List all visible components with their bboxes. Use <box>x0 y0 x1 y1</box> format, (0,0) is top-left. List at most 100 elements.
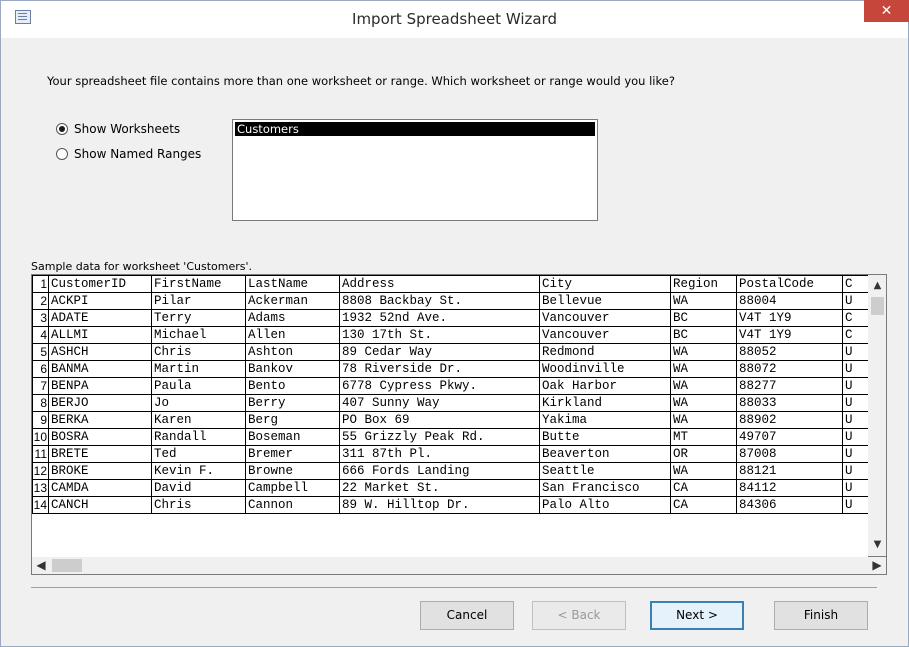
table-cell: Vancouver <box>539 326 671 344</box>
table-row: 5 ASHCH Chris Ashton 89 Cedar Way Redmond WA 88… <box>32 343 869 361</box>
table-cell: U <box>842 445 869 463</box>
table-cell: 1932 52nd Ave. <box>339 309 540 327</box>
row-number: 11 <box>32 445 49 463</box>
table-row: 14 CANCH Chris Cannon 89 W. Hilltop Dr. Palo … <box>32 496 869 514</box>
column-header-cell: City <box>539 275 671 293</box>
table-cell: Paula <box>151 377 246 395</box>
table-cell: Randall <box>151 428 246 446</box>
table-cell: WA <box>670 377 737 395</box>
table-cell: WA <box>670 394 737 412</box>
table-cell: 88902 <box>736 411 843 429</box>
table-cell: Berg <box>245 411 340 429</box>
table-row: 2 ACKPI Pilar Ackerman 8808 Backbay St. Belle… <box>32 292 869 310</box>
sample-data-table: 1 CustomerID FirstName LastName Address City R… <box>32 275 869 514</box>
table-cell: Bellevue <box>539 292 671 310</box>
worksheet-item-customers[interactable]: Customers <box>235 122 595 136</box>
show-worksheets-option[interactable]: Show Worksheets <box>56 122 180 136</box>
table-cell: 49707 <box>736 428 843 446</box>
table-cell: 407 Sunny Way <box>339 394 540 412</box>
table-cell: Chris <box>151 496 246 514</box>
table-cell: U <box>842 411 869 429</box>
table-cell: U <box>842 377 869 395</box>
table-cell: Adams <box>245 309 340 327</box>
table-cell: ADATE <box>48 309 152 327</box>
table-cell: WA <box>670 292 737 310</box>
scroll-down-icon[interactable]: ▼ <box>868 536 887 554</box>
table-cell: ACKPI <box>48 292 152 310</box>
vertical-scroll-thumb[interactable] <box>871 297 884 315</box>
table-row: 3 ADATE Terry Adams 1932 52nd Ave. Vancouver B… <box>32 309 869 327</box>
show-named-ranges-option[interactable]: Show Named Ranges <box>56 147 201 161</box>
next-button[interactable]: Next > <box>650 601 744 630</box>
scroll-up-icon[interactable]: ▲ <box>868 277 887 295</box>
table-cell: 88072 <box>736 360 843 378</box>
cancel-button[interactable]: Cancel <box>420 601 514 630</box>
row-number: 6 <box>32 360 49 378</box>
back-button[interactable]: < Back <box>532 601 626 630</box>
finish-button[interactable]: Finish <box>774 601 868 630</box>
table-cell: Pilar <box>151 292 246 310</box>
table-cell: 87008 <box>736 445 843 463</box>
table-cell: BC <box>670 309 737 327</box>
table-cell: PO Box 69 <box>339 411 540 429</box>
table-cell: OR <box>670 445 737 463</box>
sample-data-grid[interactable]: 1 CustomerID FirstName LastName Address City R… <box>31 274 870 559</box>
table-cell: V4T 1Y9 <box>736 326 843 344</box>
table-cell: CANCH <box>48 496 152 514</box>
table-cell: 78 Riverside Dr. <box>339 360 540 378</box>
table-cell: San Francisco <box>539 479 671 497</box>
table-cell: CAMDA <box>48 479 152 497</box>
horizontal-scrollbar[interactable]: ◀ ▶ <box>31 557 887 575</box>
table-cell: Karen <box>151 411 246 429</box>
sample-data-label: Sample data for worksheet 'Customers'. <box>31 260 253 273</box>
row-number: 7 <box>32 377 49 395</box>
column-header-cell: CustomerID <box>48 275 152 293</box>
table-cell: Chris <box>151 343 246 361</box>
table-cell: BANMA <box>48 360 152 378</box>
horizontal-scroll-thumb[interactable] <box>52 559 82 572</box>
vertical-scrollbar[interactable]: ▲ ▼ <box>868 274 887 557</box>
row-number: 8 <box>32 394 49 412</box>
table-cell: Beaverton <box>539 445 671 463</box>
table-cell: Redmond <box>539 343 671 361</box>
table-row: 13 CAMDA David Campbell 22 Market St. San Fra… <box>32 479 869 497</box>
scroll-right-icon[interactable]: ▶ <box>868 557 886 574</box>
table-cell: U <box>842 462 869 480</box>
table-cell: 666 Fords Landing <box>339 462 540 480</box>
table-cell: WA <box>670 360 737 378</box>
column-header-cell: LastName <box>245 275 340 293</box>
row-number: 14 <box>32 496 49 514</box>
wizard-prompt: Your spreadsheet file contains more than… <box>47 74 675 88</box>
table-cell: Berry <box>245 394 340 412</box>
table-cell: 6778 Cypress Pkwy. <box>339 377 540 395</box>
table-cell: BRETE <box>48 445 152 463</box>
table-cell: BC <box>670 326 737 344</box>
table-cell: David <box>151 479 246 497</box>
table-cell: Martin <box>151 360 246 378</box>
table-cell: C <box>842 309 869 327</box>
table-cell: Kevin F. <box>151 462 246 480</box>
table-cell: BROKE <box>48 462 152 480</box>
scroll-left-icon[interactable]: ◀ <box>32 557 50 574</box>
table-cell: 22 Market St. <box>339 479 540 497</box>
column-header-cell: PostalCode <box>736 275 843 293</box>
table-cell: ALLMI <box>48 326 152 344</box>
table-cell: U <box>842 428 869 446</box>
worksheet-listbox[interactable]: Customers <box>232 119 598 221</box>
close-button[interactable]: ✕ <box>864 0 909 22</box>
row-number: 9 <box>32 411 49 429</box>
show-worksheets-radio[interactable] <box>56 123 68 135</box>
table-cell: Palo Alto <box>539 496 671 514</box>
table-cell: 89 W. Hilltop Dr. <box>339 496 540 514</box>
table-row: 10 BOSRA Randall Boseman 55 Grizzly Peak Rd.… <box>32 428 869 446</box>
table-cell: WA <box>670 343 737 361</box>
column-header-cell: C <box>842 275 869 293</box>
table-cell: Yakima <box>539 411 671 429</box>
table-row: 12 BROKE Kevin F. Browne 666 Fords Landing Se… <box>32 462 869 480</box>
show-named-ranges-radio[interactable] <box>56 148 68 160</box>
table-cell: 88121 <box>736 462 843 480</box>
show-worksheets-label: Show Worksheets <box>74 122 181 136</box>
row-number: 10 <box>32 428 49 446</box>
table-cell: Terry <box>151 309 246 327</box>
table-cell: Bankov <box>245 360 340 378</box>
